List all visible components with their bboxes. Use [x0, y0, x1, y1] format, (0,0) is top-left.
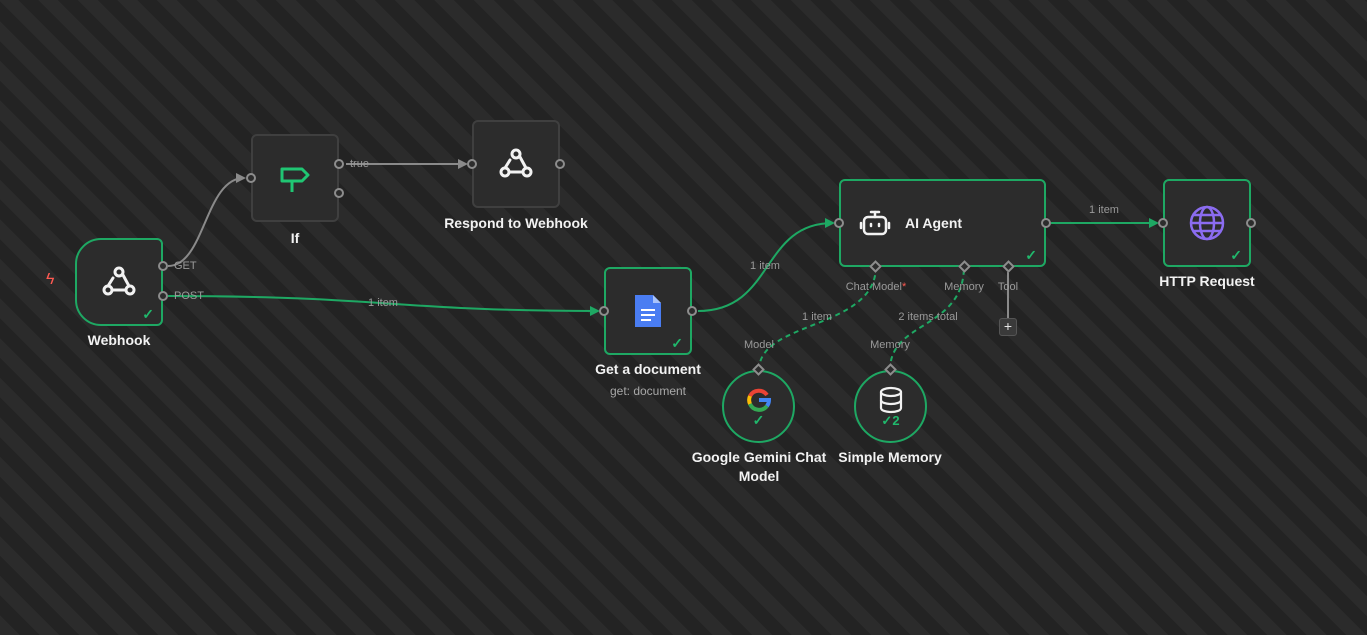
success-check-icon: ✓ [671, 335, 683, 351]
agent-output[interactable] [1041, 218, 1051, 228]
node-if[interactable] [251, 134, 339, 222]
google-icon [746, 388, 771, 412]
edge-gemini-agent-label: 1 item [802, 311, 832, 323]
node-ai-agent[interactable]: AI Agent ✓ [839, 179, 1046, 267]
getdoc-output[interactable] [687, 306, 697, 316]
respond-output[interactable] [555, 159, 565, 169]
edge-webhook-getdoc-label: 1 item [368, 297, 398, 309]
success-check-icon: ✓ [1230, 247, 1242, 263]
google-docs-icon [635, 295, 661, 327]
if-input[interactable] [246, 173, 256, 183]
node-if-label: If [290, 230, 300, 246]
memory-run-badge: ✓2 [881, 412, 900, 428]
node-gemini-label: Google Gemini Chat Model [691, 449, 827, 484]
edge-webhook-if[interactable] [167, 173, 246, 267]
add-tool-button[interactable]: + [999, 318, 1017, 336]
node-google-gemini-chat-model[interactable]: ✓ [722, 370, 795, 443]
respond-input[interactable] [467, 159, 477, 169]
webhook-icon [499, 148, 533, 178]
node-get-a-document[interactable]: ✓ [604, 267, 692, 355]
gemini-port-label: Model [744, 339, 774, 351]
node-http-label: HTTP Request [1159, 273, 1255, 289]
node-getdoc-subtitle: get: document [609, 384, 687, 398]
webhook-output-get[interactable] [158, 261, 168, 271]
node-simple-memory[interactable]: ✓2 [854, 370, 927, 443]
edge-agent-http-label: 1 item [1089, 204, 1119, 216]
success-check-icon: ✓ [142, 306, 154, 322]
node-memory-label: Simple Memory [838, 449, 942, 465]
signpost-icon [280, 167, 310, 192]
node-http-request[interactable]: ✓ [1163, 179, 1251, 267]
webhook-output-post-label: POST [174, 290, 204, 302]
memory-port-label: Memory [870, 339, 910, 351]
success-check-icon: ✓ [1025, 247, 1037, 263]
node-getdoc-label: Get a document [595, 361, 701, 377]
getdoc-input[interactable] [599, 306, 609, 316]
webhook-output-get-label: GET [174, 260, 197, 272]
trigger-bolt-icon: ϟ [46, 271, 55, 288]
node-webhook-label: Webhook [87, 332, 151, 348]
edge-getdoc-agent-label: 1 item [750, 260, 780, 272]
node-ai-agent-title: AI Agent [905, 215, 963, 231]
agent-memory-label: Memory [944, 281, 984, 293]
robot-icon [859, 210, 891, 236]
workflow-canvas[interactable]: ϟ ✓ GET POST Webhook true If Respond to … [0, 0, 1367, 635]
globe-icon [1189, 205, 1225, 241]
if-output-true[interactable] [334, 159, 344, 169]
success-check-icon: ✓ [752, 411, 765, 428]
agent-input[interactable] [834, 218, 844, 228]
webhook-icon [102, 266, 136, 296]
webhook-output-post[interactable] [158, 291, 168, 301]
node-respond-to-webhook[interactable] [472, 120, 560, 208]
node-webhook[interactable]: ✓ [75, 238, 163, 326]
edge-memory-agent-label: 2 items total [898, 311, 958, 323]
if-output-false[interactable] [334, 188, 344, 198]
node-respond-label: Respond to Webhook [444, 215, 588, 231]
http-input[interactable] [1158, 218, 1168, 228]
agent-tool-label: Tool [997, 281, 1019, 293]
database-icon [879, 386, 902, 413]
agent-chat-model-label: Chat Model* [845, 281, 907, 293]
if-output-true-label: true [350, 158, 369, 170]
http-output[interactable] [1246, 218, 1256, 228]
